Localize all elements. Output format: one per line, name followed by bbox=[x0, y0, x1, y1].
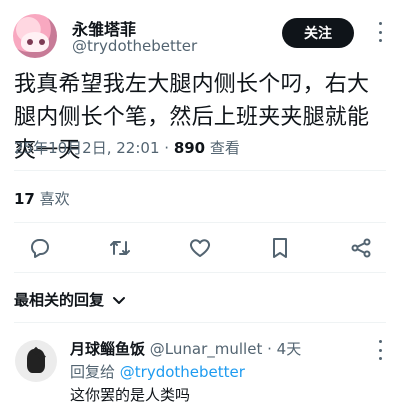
meta-separator: · bbox=[164, 139, 174, 157]
post-meta: 25年10月2日, 22:01 · 890 查看 bbox=[14, 137, 240, 158]
reply-avatar[interactable] bbox=[15, 340, 57, 382]
views-count: 890 bbox=[173, 139, 206, 157]
replies-sort-label: 最相关的回复 bbox=[14, 291, 105, 309]
dot bbox=[378, 348, 382, 352]
dot bbox=[378, 22, 382, 25]
replies-sort-toggle[interactable]: 最相关的回复 bbox=[14, 289, 126, 310]
author-avatar[interactable] bbox=[13, 14, 57, 58]
retweet-icon[interactable] bbox=[108, 236, 132, 260]
dot bbox=[378, 30, 382, 34]
dot bbox=[378, 357, 382, 360]
more-options-icon[interactable] bbox=[374, 22, 386, 42]
dot bbox=[378, 39, 382, 42]
share-icon[interactable] bbox=[349, 236, 373, 260]
follow-button[interactable]: 关注 bbox=[282, 18, 354, 48]
post-actions bbox=[0, 228, 400, 268]
likes-label: 喜欢 bbox=[39, 190, 70, 208]
post-timestamp[interactable]: 25年10月2日, 22:01 bbox=[14, 139, 159, 157]
reply-to-prefix: 回复给 bbox=[70, 363, 116, 381]
reply-meta: 月球鲻鱼饭 @Lunar_mullet · 4天 bbox=[70, 338, 301, 359]
chevron-down-icon bbox=[113, 296, 126, 304]
likes-summary[interactable]: 17 喜欢 bbox=[14, 188, 70, 209]
dot bbox=[378, 340, 382, 343]
reply-author-name[interactable]: 月球鲻鱼饭 bbox=[70, 340, 145, 358]
divider bbox=[14, 222, 386, 223]
reply-to-line: 回复给 @trydothebetter bbox=[70, 361, 245, 382]
views-label: 查看 bbox=[209, 139, 240, 157]
reply-time[interactable]: 4天 bbox=[277, 340, 302, 358]
divider bbox=[14, 272, 386, 273]
reply-icon[interactable] bbox=[28, 236, 52, 260]
more-options-icon[interactable] bbox=[374, 340, 386, 360]
reply-text: 这你罢的是人类吗 bbox=[70, 386, 191, 404]
divider bbox=[14, 322, 386, 323]
reply-author-handle[interactable]: @Lunar_mullet bbox=[150, 340, 263, 358]
divider bbox=[14, 170, 386, 171]
likes-count: 17 bbox=[14, 190, 35, 208]
heart-icon[interactable] bbox=[188, 236, 212, 260]
meta-separator: · bbox=[267, 340, 277, 358]
reply-to-handle[interactable]: @trydothebetter bbox=[120, 363, 245, 381]
author-handle[interactable]: @trydothebetter bbox=[72, 37, 197, 55]
bookmark-icon[interactable] bbox=[268, 236, 292, 260]
post-header: 永雏塔菲 @trydothebetter 关注 bbox=[0, 0, 400, 64]
